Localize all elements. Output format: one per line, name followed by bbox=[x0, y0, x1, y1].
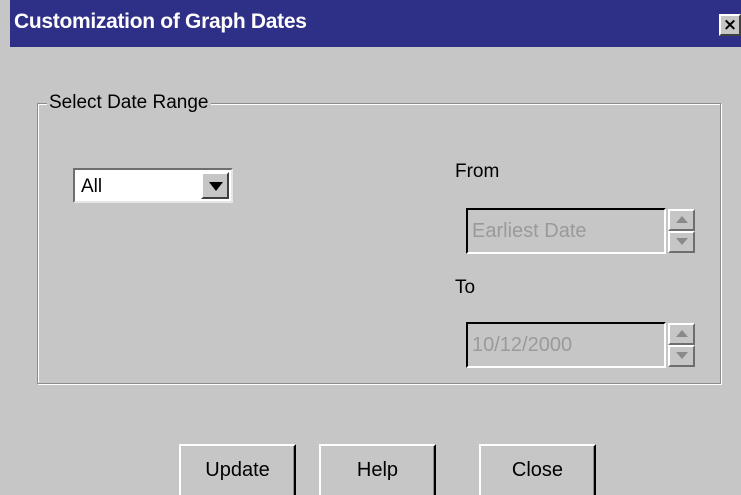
arrow-down-icon bbox=[676, 352, 688, 359]
close-window-button[interactable]: × bbox=[719, 14, 741, 36]
from-date-increment-button[interactable] bbox=[668, 209, 695, 231]
window-title: Customization of Graph Dates bbox=[14, 10, 307, 33]
date-range-select-dropdown-button[interactable] bbox=[201, 172, 229, 199]
arrow-up-icon bbox=[676, 330, 688, 337]
to-date-decrement-button[interactable] bbox=[668, 345, 695, 367]
from-date-field[interactable]: Earliest Date bbox=[466, 208, 666, 254]
groupbox-label: Select Date Range bbox=[47, 92, 211, 114]
to-date-spinner: 10/12/2000 bbox=[466, 322, 696, 368]
chevron-down-icon bbox=[209, 182, 223, 191]
to-date-increment-button[interactable] bbox=[668, 323, 695, 345]
to-label: To bbox=[455, 277, 476, 298]
close-icon: × bbox=[722, 15, 738, 35]
date-range-select-value: All bbox=[81, 176, 103, 197]
from-label: From bbox=[455, 161, 500, 182]
close-button[interactable]: Close bbox=[479, 444, 596, 495]
update-button[interactable]: Update bbox=[179, 444, 296, 495]
from-date-value: Earliest Date bbox=[472, 220, 587, 242]
to-date-value: 10/12/2000 bbox=[472, 334, 573, 356]
date-range-select[interactable]: All bbox=[73, 168, 233, 203]
to-date-field[interactable]: 10/12/2000 bbox=[466, 322, 666, 368]
dialog-window: Customization of Graph Dates × Select Da… bbox=[0, 0, 741, 495]
arrow-up-icon bbox=[676, 216, 688, 223]
help-button[interactable]: Help bbox=[319, 444, 436, 495]
from-date-spinner: Earliest Date bbox=[466, 208, 696, 254]
arrow-down-icon bbox=[676, 238, 688, 245]
from-date-decrement-button[interactable] bbox=[668, 231, 695, 253]
title-bar[interactable]: Customization of Graph Dates × bbox=[10, 0, 741, 47]
